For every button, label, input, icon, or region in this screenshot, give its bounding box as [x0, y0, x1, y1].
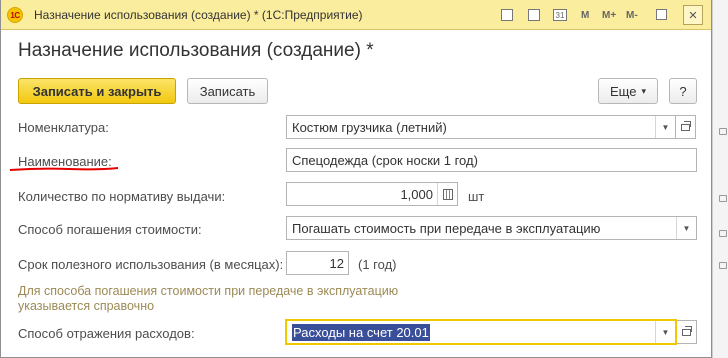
- floppy-icon[interactable]: [501, 9, 513, 21]
- repayment-method-select[interactable]: Погашать стоимость при передаче в эксплу…: [286, 216, 697, 240]
- open-link-icon: [681, 120, 691, 131]
- repayment-note: Для способа погашения стоимости при пере…: [18, 284, 399, 313]
- background-icon: [719, 230, 727, 237]
- background-icon: [719, 195, 727, 202]
- dropdown-arrow-icon[interactable]: ▼: [655, 321, 675, 343]
- repayment-method-value: Погашать стоимость при передаче в эксплу…: [292, 220, 601, 236]
- open-expense-method-button[interactable]: [677, 320, 697, 344]
- title-bar: 1С Назначение использования (создание) *…: [1, 0, 711, 30]
- m-minus-icon[interactable]: M-: [626, 9, 638, 22]
- background-icon: [719, 128, 727, 135]
- background-icon: [719, 262, 727, 269]
- m-icon[interactable]: M: [581, 9, 589, 22]
- expense-method-label: Способ отражения расходов:: [18, 326, 195, 341]
- restore-icon[interactable]: [656, 9, 667, 20]
- app-logo-icon[interactable]: 1С: [7, 7, 23, 23]
- name-field[interactable]: Спецодежда (срок носки 1 год): [286, 148, 697, 172]
- close-button[interactable]: ×: [683, 5, 703, 25]
- quantity-label: Количество по нормативу выдачи:: [18, 189, 226, 204]
- open-nomenclature-button[interactable]: [676, 115, 696, 139]
- calculator-icon: [442, 188, 453, 200]
- more-label: Еще: [610, 83, 637, 99]
- useful-life-label: Срок полезного использования (в месяцах)…: [18, 257, 284, 272]
- expense-method-field[interactable]: Расходы на счет 20.01 ▼: [285, 319, 677, 345]
- open-link-icon: [682, 325, 692, 336]
- page-title: Назначение использования (создание) *: [18, 40, 374, 61]
- save-button[interactable]: Записать: [187, 78, 268, 104]
- name-value: Спецодежда (срок носки 1 год): [292, 152, 478, 168]
- panel-icon[interactable]: [528, 9, 540, 21]
- dropdown-arrow-icon[interactable]: ▼: [655, 116, 675, 138]
- useful-life-hint: (1 год): [358, 257, 397, 272]
- background-window-edge: [712, 0, 728, 358]
- save-and-close-button[interactable]: Записать и закрыть: [18, 78, 176, 104]
- useful-life-value: 12: [329, 255, 344, 271]
- calculator-button[interactable]: [437, 183, 457, 205]
- repayment-method-label: Способ погашения стоимости:: [18, 222, 202, 237]
- calendar-icon[interactable]: 31: [553, 9, 567, 21]
- help-button[interactable]: ?: [669, 78, 697, 104]
- m-plus-icon[interactable]: M+: [602, 9, 616, 22]
- more-button[interactable]: Еще ▾: [598, 78, 658, 104]
- quantity-unit: шт: [468, 189, 485, 204]
- expense-method-value: Расходы на счет 20.01: [292, 323, 430, 341]
- dialog-window: 1С Назначение использования (создание) *…: [0, 0, 712, 358]
- quantity-value: 1,000: [400, 186, 433, 202]
- window-title: Назначение использования (создание) * (1…: [34, 8, 363, 22]
- nomenclature-value: Костюм грузчика (летний): [292, 119, 447, 135]
- nomenclature-label: Номенклатура:: [18, 120, 109, 135]
- red-underline-annotation: [9, 167, 119, 171]
- dropdown-arrow-icon[interactable]: ▼: [676, 217, 696, 239]
- chevron-down-icon: ▾: [641, 85, 646, 96]
- quantity-field[interactable]: 1,000: [286, 182, 458, 206]
- nomenclature-field[interactable]: Костюм грузчика (летний) ▼: [286, 115, 676, 139]
- useful-life-field[interactable]: 12: [286, 251, 349, 275]
